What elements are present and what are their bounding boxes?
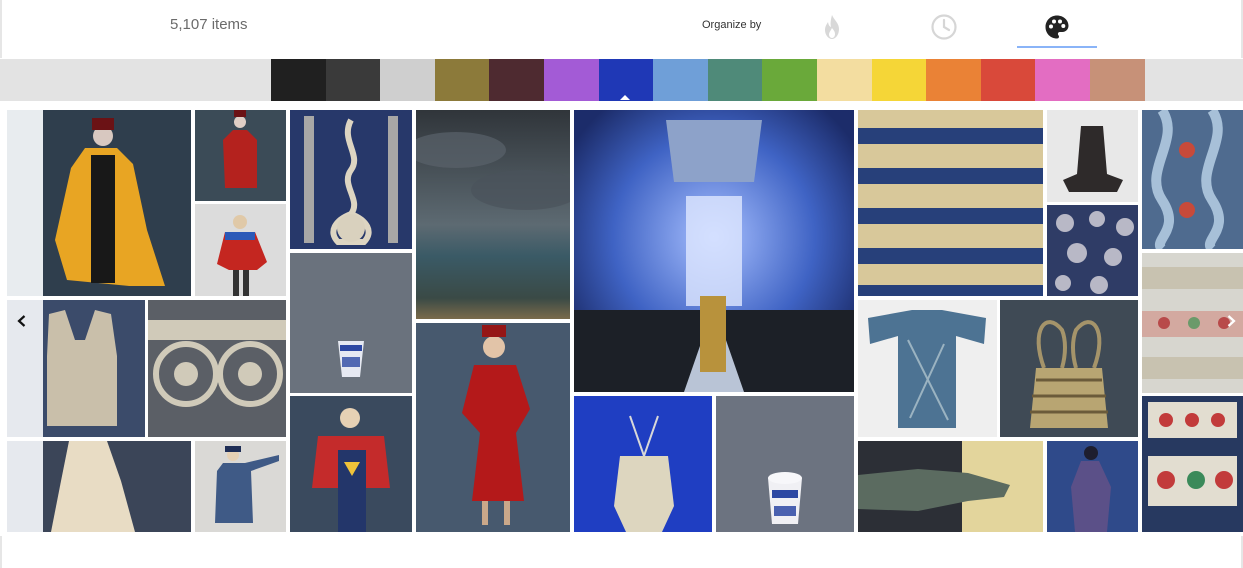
collection-header: 5,107 items Organize by: [0, 0, 1243, 58]
color-swatch[interactable]: [1035, 59, 1091, 101]
chevron-right-icon: [1227, 315, 1236, 327]
color-swatch[interactable]: [707, 59, 763, 101]
image-tile[interactable]: [195, 204, 286, 296]
chevron-left-icon: [17, 315, 26, 327]
color-swatch[interactable]: [653, 59, 709, 101]
color-swatch[interactable]: [380, 59, 436, 101]
color-swatch[interactable]: [871, 59, 927, 101]
item-count: 5,107 items: [170, 16, 248, 33]
image-tile[interactable]: [290, 396, 412, 532]
color-swatch[interactable]: [926, 59, 982, 101]
image-tile[interactable]: [7, 110, 191, 296]
previous-page-button[interactable]: [9, 308, 35, 334]
image-tile[interactable]: [290, 253, 412, 393]
image-tile[interactable]: [1142, 110, 1243, 249]
palette-icon: [1045, 15, 1069, 39]
selected-swatch-marker: [620, 95, 630, 100]
image-tile[interactable]: [858, 441, 1043, 532]
image-tile[interactable]: [1047, 205, 1138, 296]
image-tile[interactable]: [1047, 110, 1138, 202]
image-tile[interactable]: [858, 110, 1043, 296]
image-tile[interactable]: [1000, 300, 1138, 437]
color-swatch[interactable]: [434, 59, 490, 101]
flame-icon: [825, 15, 839, 39]
organize-by-time-button[interactable]: [904, 8, 984, 46]
image-tile[interactable]: [1047, 441, 1138, 532]
page-footer: [0, 536, 1243, 568]
color-swatch[interactable]: [980, 59, 1036, 101]
image-tile[interactable]: [1142, 396, 1243, 532]
color-swatch[interactable]: [544, 59, 600, 101]
organize-by-popular-button[interactable]: [792, 8, 872, 46]
color-swatch[interactable]: [325, 59, 381, 101]
color-swatch[interactable]: [762, 59, 818, 101]
color-swatch[interactable]: [489, 59, 545, 101]
image-tile[interactable]: [195, 110, 286, 201]
image-tile[interactable]: [416, 323, 570, 532]
color-swatch[interactable]: [271, 59, 327, 101]
next-page-button[interactable]: [1218, 308, 1243, 334]
image-tile[interactable]: [574, 396, 712, 532]
image-tile[interactable]: [858, 300, 997, 437]
organize-by-color-button[interactable]: [1017, 8, 1097, 48]
image-tile[interactable]: [290, 110, 412, 249]
image-tile[interactable]: [416, 110, 570, 319]
image-mosaic-grid: [0, 108, 1243, 534]
image-tile[interactable]: [195, 441, 286, 532]
image-tile[interactable]: [7, 441, 191, 532]
image-tile[interactable]: [716, 396, 854, 532]
clock-icon: [931, 14, 957, 40]
color-swatch[interactable]: [1090, 59, 1146, 101]
color-swatch[interactable]: [817, 59, 873, 101]
organize-by-label: Organize by: [702, 19, 762, 31]
image-tile[interactable]: [148, 300, 286, 437]
image-tile[interactable]: [574, 110, 854, 392]
